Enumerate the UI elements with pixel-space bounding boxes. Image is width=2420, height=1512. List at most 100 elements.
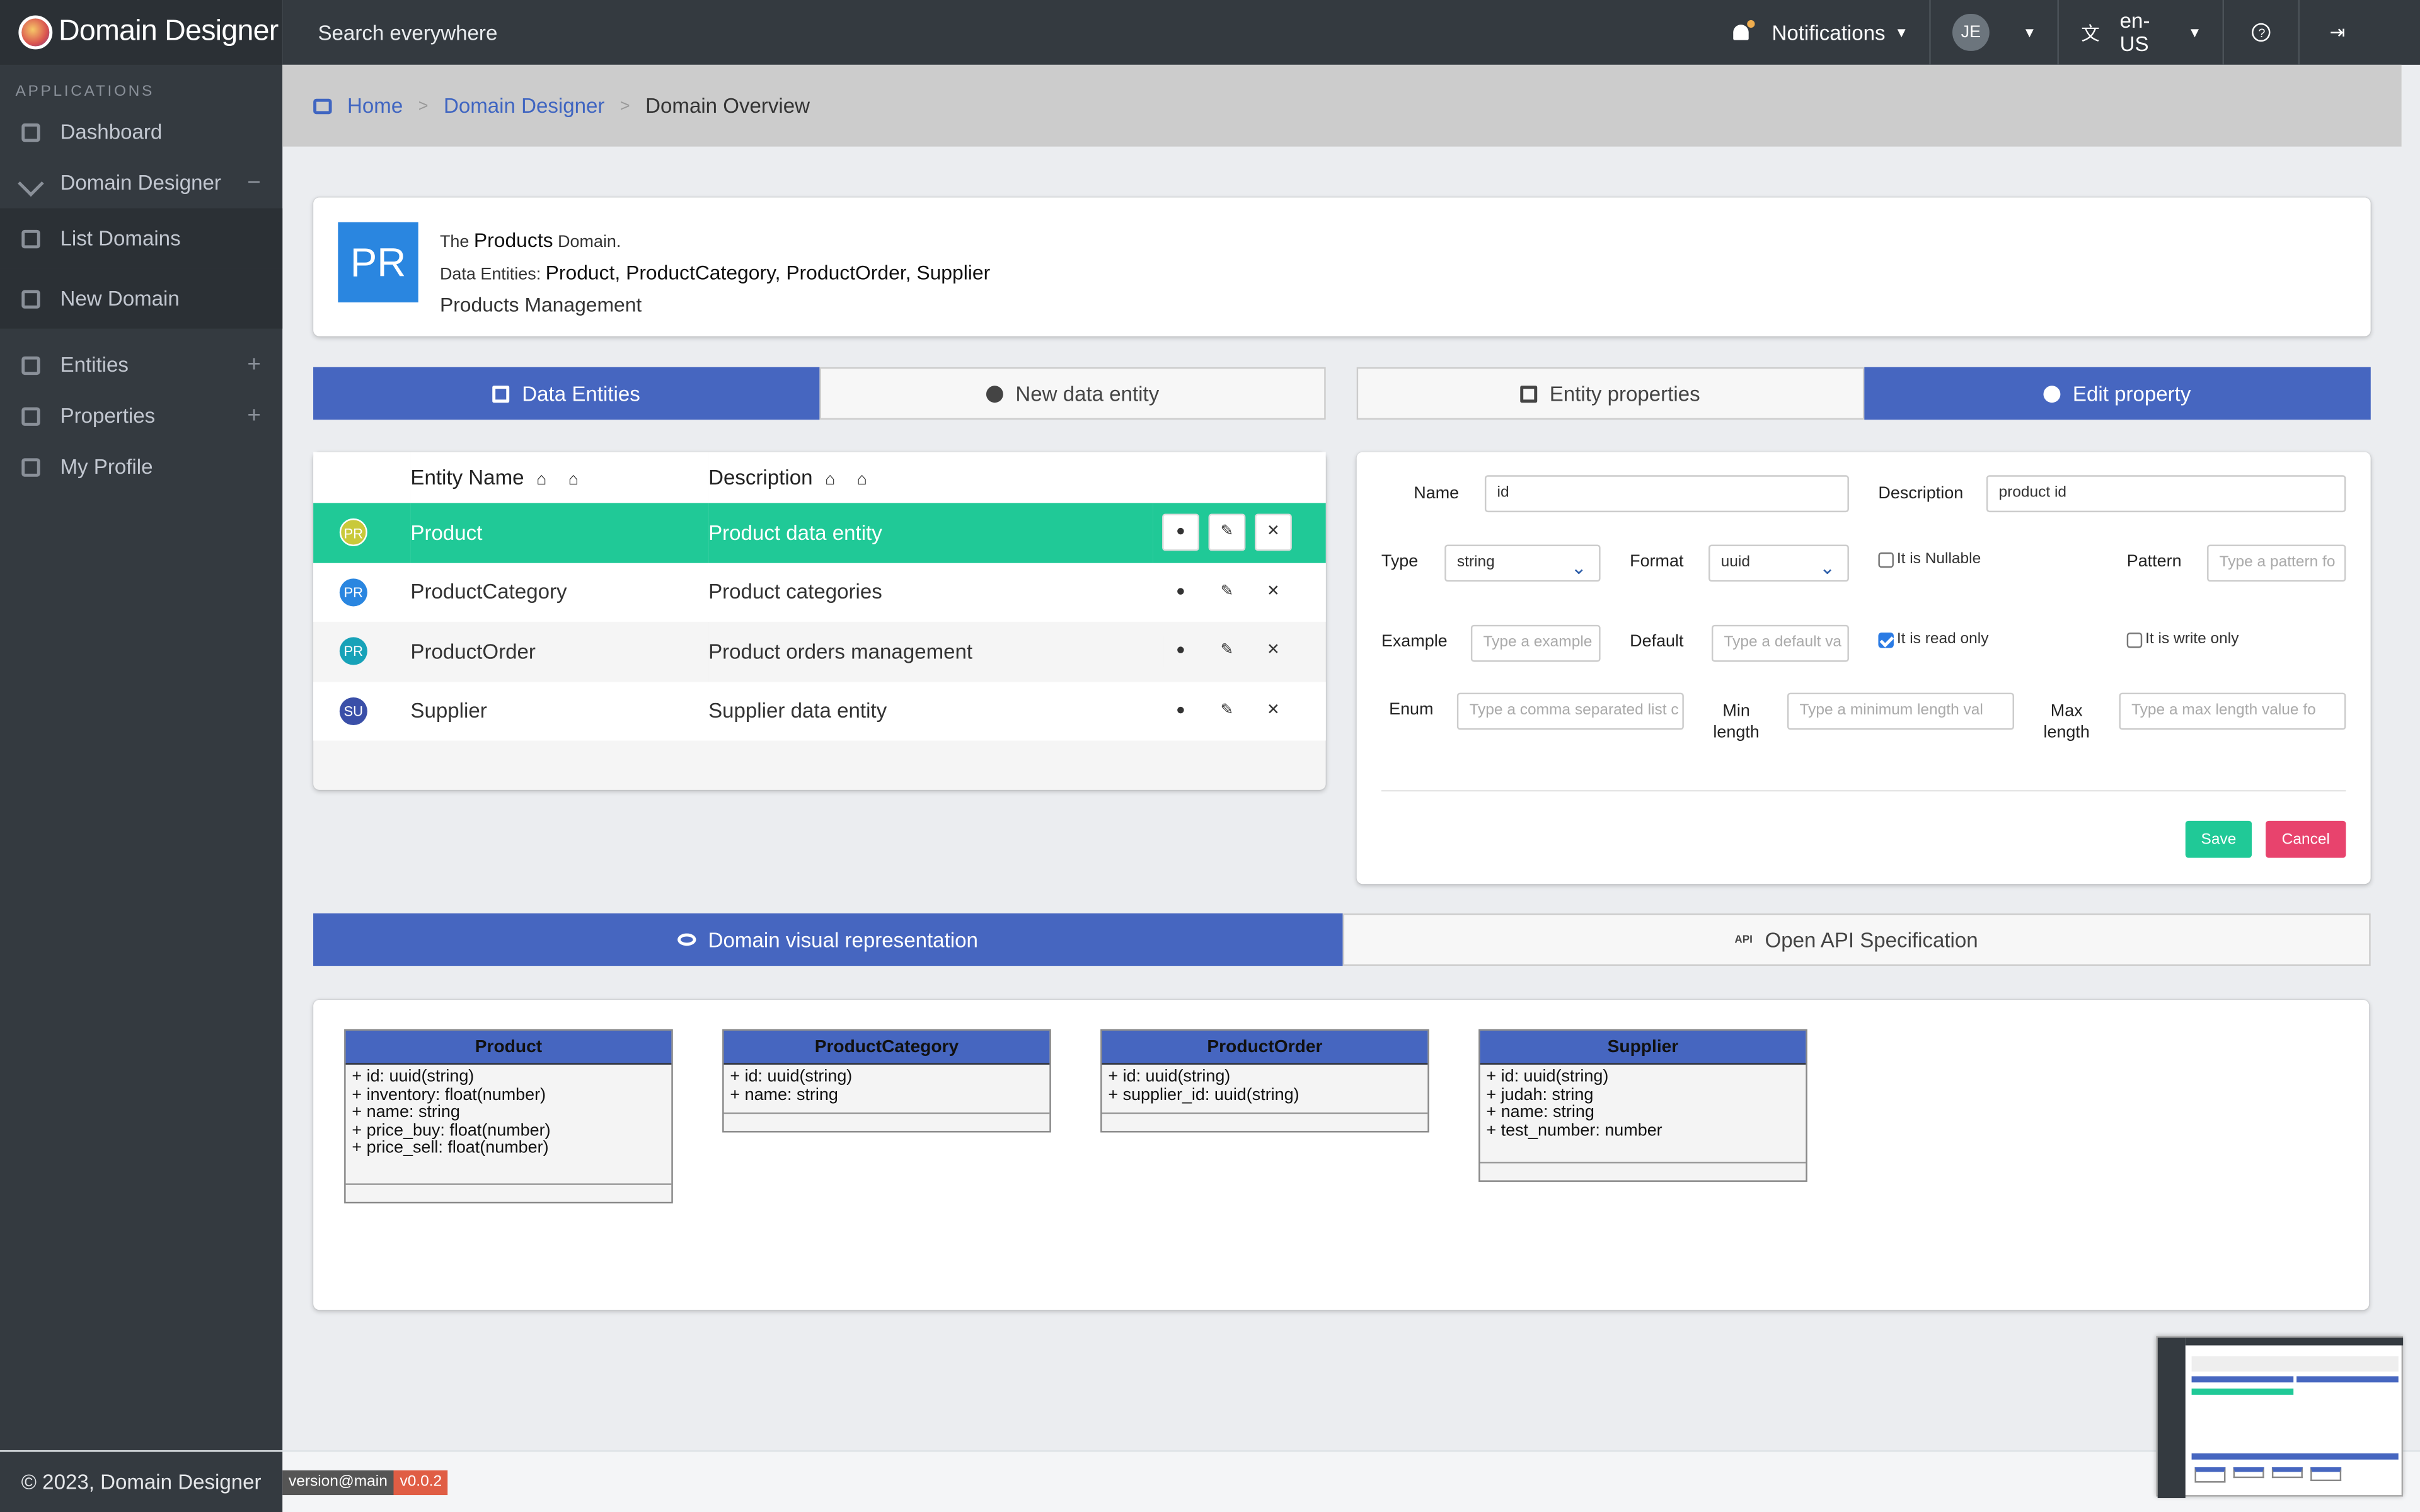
help-button[interactable]: ? — [2223, 0, 2299, 65]
uml-class-product[interactable]: Product + id: uuid(string) + inventory: … — [344, 1029, 673, 1204]
edit-icon[interactable]: ✎ — [1208, 514, 1246, 551]
thumb-tab — [2296, 1376, 2399, 1383]
sidebar-item-domain-designer[interactable]: Domain Designer − — [0, 158, 282, 209]
edit-icon[interactable]: ✎ — [1208, 633, 1246, 670]
readonly-checkbox[interactable]: It is read only — [1878, 631, 1988, 648]
enum-field[interactable]: Type a comma separated list c — [1456, 692, 1684, 730]
version-value: v0.0.2 — [393, 1470, 448, 1496]
search-input[interactable]: Search everywhere — [282, 21, 1710, 44]
edit-icon[interactable]: ✎ — [1208, 692, 1246, 730]
chevron-down-icon: ▼ — [1894, 25, 1909, 40]
min-length-field[interactable]: Type a minimum length val — [1787, 692, 2014, 730]
table-row[interactable]: PR Product Product data entity ● ✎ ✕ — [313, 503, 1326, 563]
sidebar-item-properties[interactable]: Properties + — [0, 391, 282, 442]
view-icon[interactable]: ● — [1162, 573, 1199, 611]
table-row[interactable]: SU Supplier Supplier data entity ● ✎ ✕ — [313, 681, 1326, 741]
expand-icon[interactable]: + — [247, 352, 260, 378]
domain-details: The Products Domain. Data Entities: Prod… — [440, 226, 990, 319]
tab-new-data-entity[interactable]: New data entity — [819, 367, 1326, 420]
tab-data-entities[interactable]: Data Entities — [313, 367, 820, 420]
breadcrumb-separator: > — [619, 96, 630, 115]
min-length-label: Min length — [1713, 701, 1759, 744]
uml-attribute: + id: uuid(string) — [1486, 1067, 1609, 1087]
logout-button[interactable]: ⇥ — [2298, 0, 2375, 65]
uml-class-productorder[interactable]: ProductOrder + id: uuid(string) + suppli… — [1100, 1029, 1429, 1133]
uml-attribute: + judah: string — [1486, 1085, 1594, 1104]
table-row[interactable]: PR ProductCategory Product categories ● ✎… — [313, 562, 1326, 622]
breadcrumb-home[interactable]: Home — [347, 94, 403, 117]
uml-class-productcategory[interactable]: ProductCategory + id: uuid(string) + nam… — [722, 1029, 1051, 1133]
example-field[interactable]: Type a example — [1470, 624, 1601, 662]
cancel-button[interactable]: Cancel — [2266, 820, 2346, 858]
entity-badge: PR — [339, 578, 367, 606]
brand-logo[interactable]: Domain Designer — [0, 0, 283, 65]
entity-description: Product categories — [708, 562, 1153, 622]
box-icon — [21, 355, 40, 374]
uml-methods — [1102, 1114, 1428, 1131]
tab-openapi-spec[interactable]: API Open API Specification — [1342, 913, 2371, 966]
app-title: Domain Designer — [59, 15, 279, 48]
pattern-label: Pattern — [2126, 552, 2182, 571]
close-icon[interactable]: ✕ — [1255, 573, 1292, 611]
tab-entity-properties[interactable]: Entity properties — [1356, 367, 1864, 420]
tab-domain-visual[interactable]: Domain visual representation — [313, 913, 1342, 966]
user-menu-button[interactable]: JE ▼ — [1930, 0, 2058, 65]
home-icon[interactable]: ⌂ — [568, 471, 579, 489]
edit-icon[interactable]: ✎ — [1208, 573, 1246, 611]
column-header-entity-name[interactable]: Entity Name ⌂ ⌂ — [410, 452, 708, 503]
format-select[interactable]: uuid ⌄ — [1708, 544, 1849, 582]
close-icon[interactable]: ✕ — [1255, 692, 1292, 730]
pattern-field[interactable]: Type a pattern fo — [2207, 544, 2346, 582]
expand-icon[interactable]: + — [247, 403, 260, 429]
chevron-down-icon: ▼ — [2022, 25, 2037, 40]
home-icon[interactable]: ⌂ — [857, 471, 867, 489]
notifications-button[interactable]: Notifications ▼ — [1710, 0, 1930, 65]
entity-badge: SU — [339, 697, 367, 725]
sidebar-header: APPLICATIONS — [15, 83, 155, 101]
default-field[interactable]: Type a default va — [1711, 624, 1849, 662]
copyright: © 2023, Domain Designer — [0, 1452, 283, 1512]
tab-edit-property[interactable]: Edit property — [1864, 367, 2371, 420]
view-icon[interactable]: ● — [1162, 633, 1199, 670]
home-icon[interactable]: ⌂ — [536, 471, 546, 489]
uml-class-supplier[interactable]: Supplier + id: uuid(string) + judah: str… — [1478, 1029, 1807, 1182]
tab-label: Entity properties — [1549, 382, 1700, 405]
writeonly-checkbox[interactable]: It is write only — [2126, 631, 2238, 648]
type-label: Type — [1381, 552, 1419, 571]
description-field[interactable]: product id — [1986, 475, 2346, 513]
view-icon[interactable]: ● — [1162, 692, 1199, 730]
entity-name: ProductOrder — [410, 621, 709, 682]
example-label: Example — [1381, 633, 1448, 651]
table-row[interactable]: PR ProductOrder Product orders managemen… — [313, 621, 1326, 682]
sidebar-item-label: Properties — [60, 404, 156, 428]
sidebar-item-new-domain[interactable]: New Domain — [0, 268, 283, 329]
close-icon[interactable]: ✕ — [1255, 633, 1292, 670]
sidebar-item-entities[interactable]: Entities + — [0, 340, 282, 391]
user-card-icon — [21, 457, 40, 476]
sidebar-item-my-profile[interactable]: My Profile — [0, 441, 282, 492]
type-select[interactable]: string ⌄ — [1444, 544, 1601, 582]
monitor-icon — [21, 122, 40, 142]
collapse-icon[interactable]: − — [247, 169, 260, 196]
domain-diagram-card: Product + id: uuid(string) + inventory: … — [313, 999, 2370, 1310]
breadcrumb-domain-designer[interactable]: Domain Designer — [444, 94, 604, 117]
sidebar-item-list-domains[interactable]: List Domains — [0, 208, 283, 269]
view-icon[interactable]: ● — [1162, 514, 1199, 551]
uml-class-title: Supplier — [1480, 1030, 1806, 1065]
home-icon[interactable]: ⌂ — [825, 471, 835, 489]
column-header-description[interactable]: Description ⌂ ⌂ — [708, 452, 1153, 503]
thumb-uml — [2233, 1467, 2264, 1479]
nullable-checkbox[interactable]: It is Nullable — [1878, 551, 1981, 568]
footer: © 2023, Domain Designer version@main v0.… — [0, 1450, 2420, 1512]
save-button[interactable]: Save — [2185, 820, 2252, 858]
name-field[interactable]: id — [1484, 475, 1849, 513]
tab-label: Edit property — [2072, 382, 2191, 405]
max-length-field[interactable]: Type a max length value fo — [2119, 692, 2346, 730]
thumb-topbar — [2185, 1337, 2404, 1346]
language-selector[interactable]: 文 en-US ▼ — [2058, 0, 2223, 65]
screenshot-thumbnail[interactable] — [2156, 1336, 2404, 1498]
close-icon[interactable]: ✕ — [1255, 514, 1292, 551]
entity-table-card: Entity Name ⌂ ⌂ Description ⌂ ⌂ PR Product P… — [313, 452, 1326, 790]
table-icon — [492, 385, 510, 402]
sidebar-item-dashboard[interactable]: Dashboard — [0, 106, 282, 158]
